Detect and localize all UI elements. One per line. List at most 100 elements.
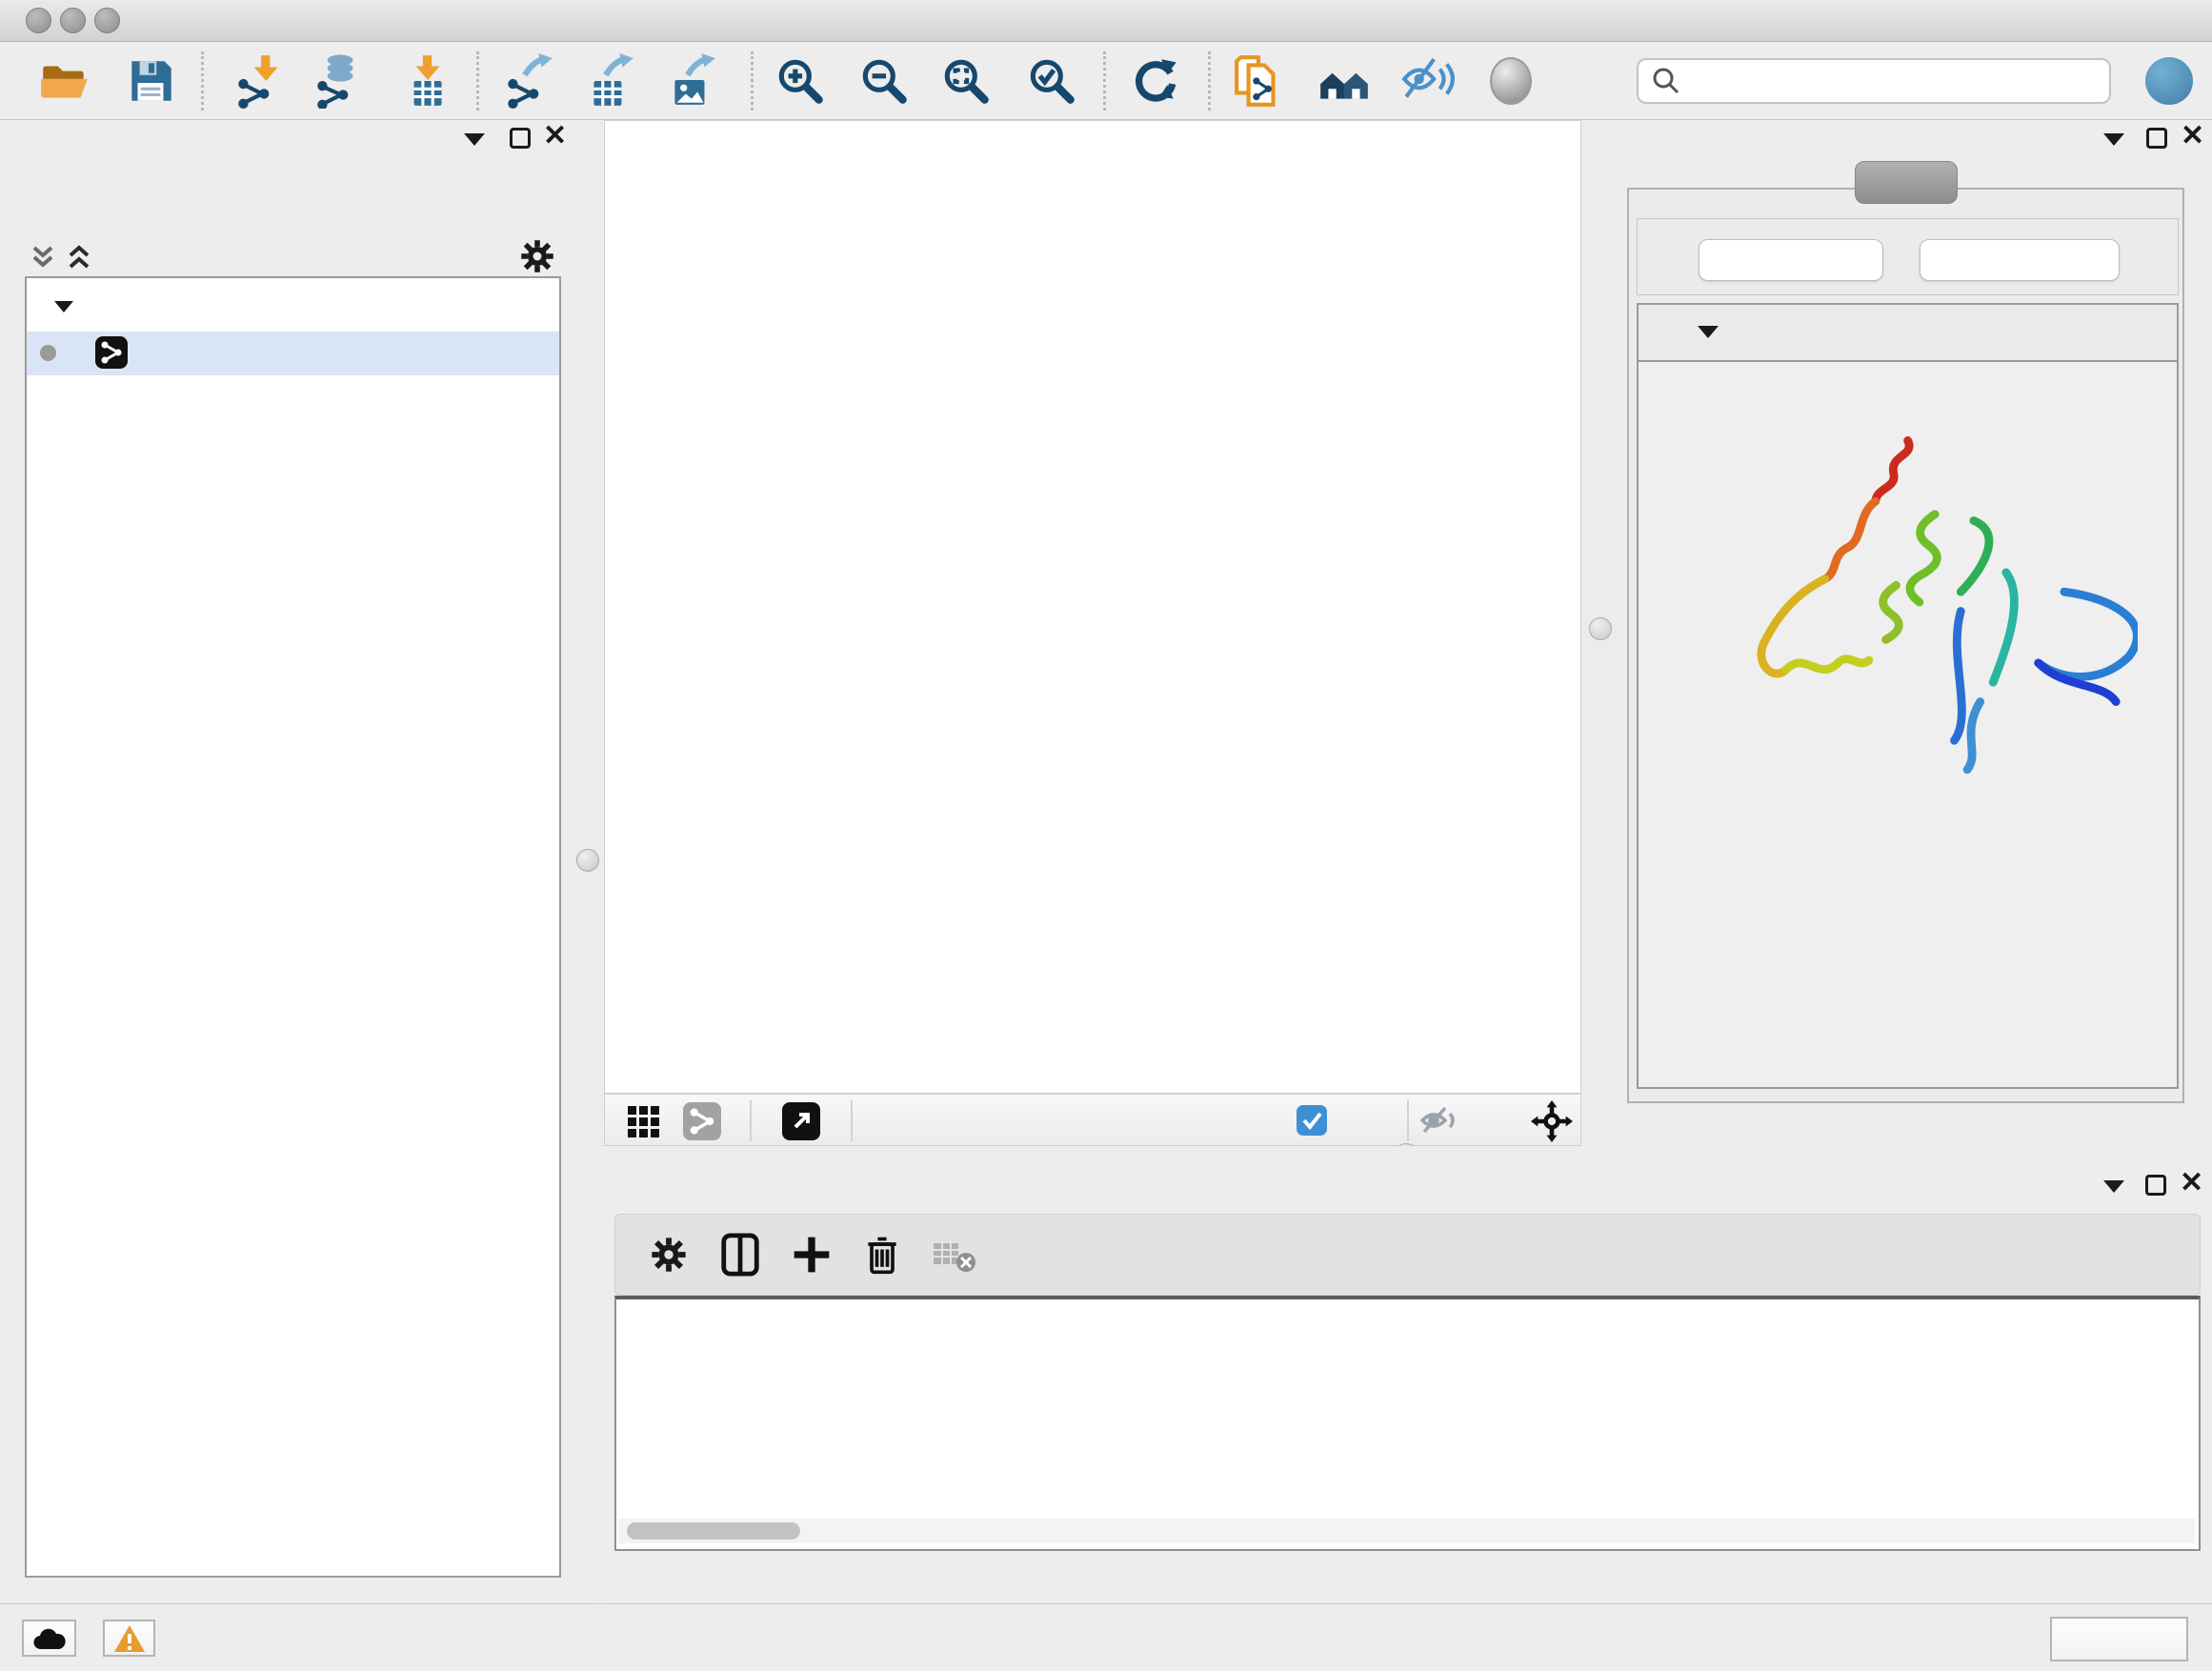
export-image-icon [664, 53, 719, 109]
open-session-button[interactable] [37, 53, 92, 109]
status-bar [0, 1603, 2212, 1671]
protein-section-header[interactable] [1639, 305, 2177, 362]
float-panel-icon[interactable] [2145, 1175, 2166, 1196]
pan-mode-icon[interactable] [1531, 1100, 1573, 1147]
close-panel-icon[interactable]: ✕ [543, 126, 567, 147]
clone-network-button[interactable] [1232, 53, 1287, 109]
document-share-icon [1232, 53, 1287, 109]
panel-menu-icon[interactable] [464, 133, 485, 146]
home-networks-button[interactable] [1317, 53, 1372, 109]
add-column-icon[interactable] [791, 1234, 833, 1280]
string-app-icon [95, 336, 128, 369]
network-graph[interactable] [605, 121, 1580, 1093]
hide-glyphs-button[interactable] [1400, 53, 1456, 109]
close-panel-icon[interactable]: ✕ [2181, 126, 2204, 147]
network-list-header [0, 236, 591, 274]
search-field[interactable] [1637, 58, 2111, 104]
refresh-view-button[interactable] [1128, 53, 1183, 109]
horizontal-scrollbar[interactable] [618, 1519, 2195, 1543]
delete-column-icon[interactable] [861, 1232, 903, 1282]
close-window-icon[interactable] [26, 8, 51, 33]
collection-expander-icon[interactable] [54, 301, 73, 312]
zoom-out-icon [856, 53, 912, 109]
export-table-button[interactable] [582, 53, 637, 109]
panel-menu-icon[interactable] [2103, 133, 2124, 146]
protein-section [1637, 303, 2179, 1089]
delete-table-icon [932, 1239, 977, 1278]
show-columns-icon[interactable] [718, 1232, 762, 1282]
help-button[interactable] [2145, 57, 2193, 105]
network-view-toolbar [604, 1094, 1581, 1146]
collapse-all-icon[interactable] [29, 242, 57, 272]
zoom-selected-button[interactable] [1024, 53, 1079, 109]
table-gear-icon[interactable] [650, 1236, 688, 1278]
panel-menu-icon[interactable] [2103, 1180, 2124, 1193]
import-network-icon [231, 53, 287, 109]
node-table[interactable] [614, 1296, 2201, 1551]
zoom-window-icon[interactable] [94, 8, 120, 33]
birds-eye-view-icon[interactable] [626, 1104, 660, 1143]
floppy-disk-icon [123, 53, 178, 109]
open-in-window-icon[interactable] [782, 1102, 820, 1140]
tab-string[interactable] [1855, 161, 1958, 204]
import-database-button[interactable] [311, 53, 366, 109]
splitter-handle[interactable] [576, 849, 599, 872]
import-table-icon [399, 53, 454, 109]
toolbar-separator [751, 51, 754, 111]
expand-all-button[interactable] [1699, 239, 1883, 281]
zoom-in-icon [773, 53, 828, 109]
export-network-button[interactable] [501, 53, 556, 109]
eye-icon [1490, 57, 1532, 105]
minimize-window-icon[interactable] [60, 8, 86, 33]
protein-structure-image [1680, 417, 2138, 779]
float-panel-icon[interactable] [510, 128, 531, 149]
cloud-button[interactable] [22, 1620, 76, 1657]
search-icon [1650, 65, 1682, 97]
toolbar-separator [750, 1100, 752, 1141]
toolbar-separator [851, 1100, 853, 1141]
network-row[interactable] [27, 332, 559, 375]
network-collection-row[interactable] [27, 288, 559, 332]
warnings-button[interactable] [103, 1620, 155, 1657]
zoom-out-button[interactable] [856, 53, 912, 109]
scrollbar-thumb[interactable] [627, 1522, 800, 1540]
control-panel: ✕ [0, 120, 591, 1603]
export-table-icon [582, 53, 637, 109]
string-results-container [1627, 188, 2184, 1103]
export-network-icon [501, 53, 556, 109]
toolbar-separator [201, 51, 204, 111]
memory-status-icon [2104, 1629, 2125, 1650]
search-input[interactable] [1690, 67, 2109, 96]
toolbar-separator [1103, 51, 1106, 111]
save-session-button[interactable] [123, 53, 178, 109]
zoom-in-button[interactable] [773, 53, 828, 109]
show-graphics-button[interactable] [1483, 53, 1538, 109]
export-image-button[interactable] [664, 53, 719, 109]
gear-icon[interactable] [519, 238, 555, 274]
float-panel-icon[interactable] [2146, 128, 2167, 149]
import-table-button[interactable] [399, 53, 454, 109]
hidden-eye-icon[interactable] [1420, 1105, 1458, 1140]
toolbar-separator [1407, 1100, 1409, 1141]
splitter-handle[interactable] [1589, 617, 1612, 640]
title-bar [0, 0, 2212, 42]
zoom-selected-icon [1024, 53, 1079, 109]
section-expander-icon[interactable] [1698, 326, 1719, 338]
network-status-dot [40, 345, 56, 361]
close-panel-icon[interactable]: ✕ [2180, 1173, 2203, 1194]
results-buttons-box [1637, 218, 2179, 295]
expand-all-icon[interactable] [65, 242, 93, 272]
share-view-icon[interactable] [683, 1102, 721, 1140]
results-panel: ✕ [1619, 120, 2212, 1151]
zoom-fit-button[interactable] [938, 53, 994, 109]
network-canvas[interactable] [604, 120, 1581, 1094]
cloud-icon [32, 1626, 67, 1651]
selected-checkbox-icon[interactable] [1297, 1105, 1327, 1136]
database-icon [311, 53, 366, 109]
zoom-fit-icon [938, 53, 994, 109]
import-network-button[interactable] [231, 53, 287, 109]
table-toolbar [614, 1214, 2201, 1296]
collapse-all-button[interactable] [1920, 239, 2120, 281]
eye-slash-icon [1400, 53, 1456, 109]
memory-button[interactable] [2050, 1617, 2188, 1661]
